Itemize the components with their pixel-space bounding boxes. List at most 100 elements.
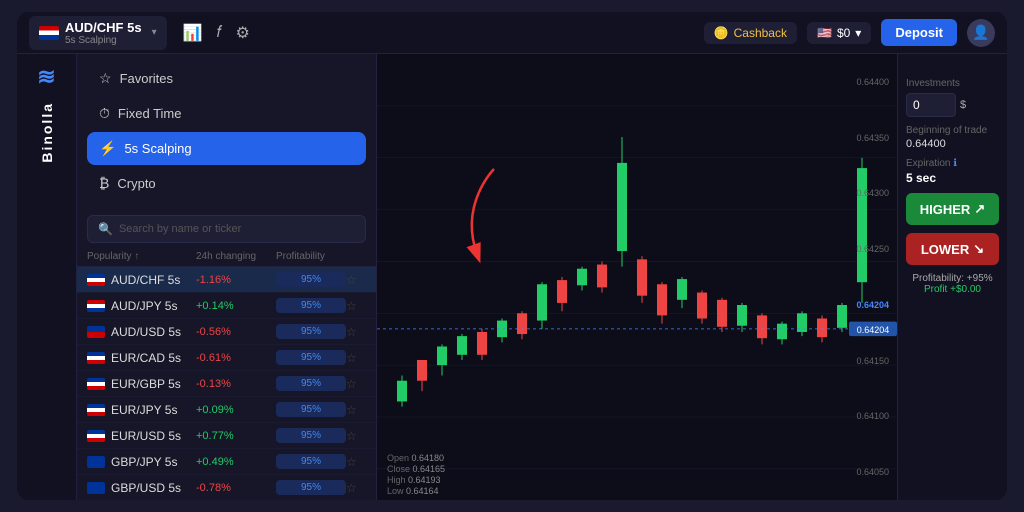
binolla-logo: Binolla [39,102,55,163]
table-header: Popularity ↑ 24h changing Profitability [77,247,376,267]
flag-eurjpy [87,404,105,416]
currency-label: $ [960,99,966,111]
beginning-trade-section: Beginning of trade 0.64400 [906,125,999,150]
table-row[interactable]: EUR/CAD 5s -0.61% 95% ☆ [77,345,376,371]
profitability-label: Profitability: +95% [906,273,999,284]
cashback-label: Cashback [734,26,787,40]
expiration-label: Expiration ℹ [906,158,999,169]
expiration-section: Expiration ℹ 5 sec [906,158,999,185]
bottom-stats: Open 0.64180 Close 0.64165 High 0.64193 … [387,453,445,496]
sidebar-item-favorites[interactable]: ☆ Favorites [87,62,366,95]
chart-tool-icons: 📊 𝑓 ⚙ [183,23,250,43]
star-icon[interactable]: ☆ [346,481,366,495]
asset-flag [39,26,59,40]
scalping-icon: ⚡ [99,140,116,157]
crypto-icon: ₿ [99,175,109,191]
flag-gbpjpy [87,456,105,468]
asset-sub: 5s Scalping [65,35,142,46]
main-content: ≋ Binolla ☆ Favorites ⏱ Fixed Time ⚡ 5s … [17,54,1007,500]
stat-open: 0.64180 [412,453,445,463]
star-icon[interactable]: ☆ [346,377,366,391]
cashback-icon: 🪙 [714,26,729,40]
balance-value: $0 [837,26,850,40]
stat-high: 0.64193 [408,475,441,485]
right-panel: Decor Investments $ Beginning of trade 0… [897,54,1007,500]
table-row[interactable]: GBP/USD 5s -0.78% 95% ☆ [77,475,376,500]
arrow-up-icon: ↗ [974,201,985,217]
star-icon[interactable]: ☆ [346,299,366,313]
settings-icon[interactable]: ⚙ [236,23,250,43]
table-row[interactable]: GBP/JPY 5s +0.49% 95% ☆ [77,449,376,475]
investments-label: Investments [906,78,999,89]
chart-svg: 0.64204 [377,54,897,500]
stat-close: 0.64165 [413,464,446,474]
search-input[interactable]: 🔍 Search by name or ticker [87,215,366,243]
table-row[interactable]: AUD/JPY 5s +0.14% 95% ☆ [77,293,376,319]
star-icon[interactable]: ☆ [346,325,366,339]
asset-name: AUD/CHF 5s [65,20,142,35]
star-icon[interactable]: ☆ [346,429,366,443]
instruments-table: AUD/CHF 5s -1.16% 95% ☆ AUD/JPY 5s +0.14… [77,267,376,500]
stat-low: 0.64164 [406,486,439,496]
fixed-time-label: Fixed Time [118,106,182,121]
sidebar-item-fixed-time[interactable]: ⏱ Fixed Time [87,97,366,130]
investment-input[interactable] [906,93,956,117]
favorites-icon: ☆ [99,70,112,87]
star-icon[interactable]: ☆ [346,273,366,287]
profit-value: Profit +$0.00 [906,284,999,295]
balance-button[interactable]: 🇺🇸 $0 ▾ [807,22,871,44]
flag-eurusd [87,430,105,442]
lower-button[interactable]: LOWER ↘ [906,233,999,265]
table-row[interactable]: EUR/USD 5s +0.77% 95% ☆ [77,423,376,449]
binolla-icon: ≋ [37,64,55,90]
table-row[interactable]: AUD/USD 5s -0.56% 95% ☆ [77,319,376,345]
flag-us-icon: 🇺🇸 [817,26,832,40]
chevron-down-icon: ▾ [152,27,157,38]
col-profit: Profitability [276,251,346,262]
star-icon[interactable]: ☆ [346,455,366,469]
flag-audjpy [87,300,105,312]
expiration-value: 5 sec [906,171,999,185]
top-bar-right: 🪙 Cashback 🇺🇸 $0 ▾ Deposit 👤 [704,19,995,47]
search-placeholder: Search by name or ticker [119,223,241,235]
flag-gbpusd [87,482,105,494]
balance-chevron-icon: ▾ [855,26,861,40]
star-icon[interactable]: ☆ [346,351,366,365]
asset-selector[interactable]: AUD/CHF 5s 5s Scalping ▾ [29,16,167,50]
table-row[interactable]: EUR/JPY 5s +0.09% 95% ☆ [77,397,376,423]
star-icon[interactable]: ☆ [346,403,366,417]
chart-area: 0.64204 0.64400 0.64350 0.64300 0.64250 … [377,54,897,500]
svg-text:0.64204: 0.64204 [857,325,889,335]
flag-audusd [87,326,105,338]
flag-eurgbp [87,378,105,390]
crypto-label: Crypto [117,176,155,191]
sidebar-item-crypto[interactable]: ₿ Crypto [87,167,366,199]
sidebar-item-5s-scalping[interactable]: ⚡ 5s Scalping [87,132,366,165]
col-popularity: Popularity ↑ [87,251,196,262]
bar-chart-icon[interactable]: 📊 [183,23,203,43]
flag-audchf [87,274,105,286]
instrument-cell: AUD/CHF 5s [87,273,196,287]
investments-section: Investments $ [906,78,999,117]
sidebar: ≋ Binolla [17,54,77,500]
higher-button[interactable]: HIGHER ↗ [906,193,999,225]
table-row[interactable]: EUR/GBP 5s -0.13% 95% ☆ [77,371,376,397]
profitability-info: Profitability: +95% Profit +$0.00 [906,273,999,295]
deposit-button[interactable]: Deposit [881,19,957,46]
beginning-trade-label: Beginning of trade [906,125,999,136]
indicators-icon[interactable]: 𝑓 [217,24,222,42]
col-change: 24h changing [196,251,276,262]
expiration-info-icon: ℹ [953,158,957,169]
cashback-button[interactable]: 🪙 Cashback [704,22,797,44]
favorites-label: Favorites [120,71,173,86]
beginning-trade-value: 0.64400 [906,138,999,150]
dropdown-panel: ☆ Favorites ⏱ Fixed Time ⚡ 5s Scalping ₿… [77,54,377,500]
search-bar: 🔍 Search by name or ticker [77,207,376,247]
flag-eurcad [87,352,105,364]
top-bar: AUD/CHF 5s 5s Scalping ▾ 📊 𝑓 ⚙ 🪙 Cashbac… [17,12,1007,54]
search-icon: 🔍 [98,222,113,236]
avatar[interactable]: 👤 [967,19,995,47]
fixed-time-icon: ⏱ [99,105,110,122]
arrow-down-icon: ↘ [973,241,984,257]
table-row[interactable]: AUD/CHF 5s -1.16% 95% ☆ [77,267,376,293]
